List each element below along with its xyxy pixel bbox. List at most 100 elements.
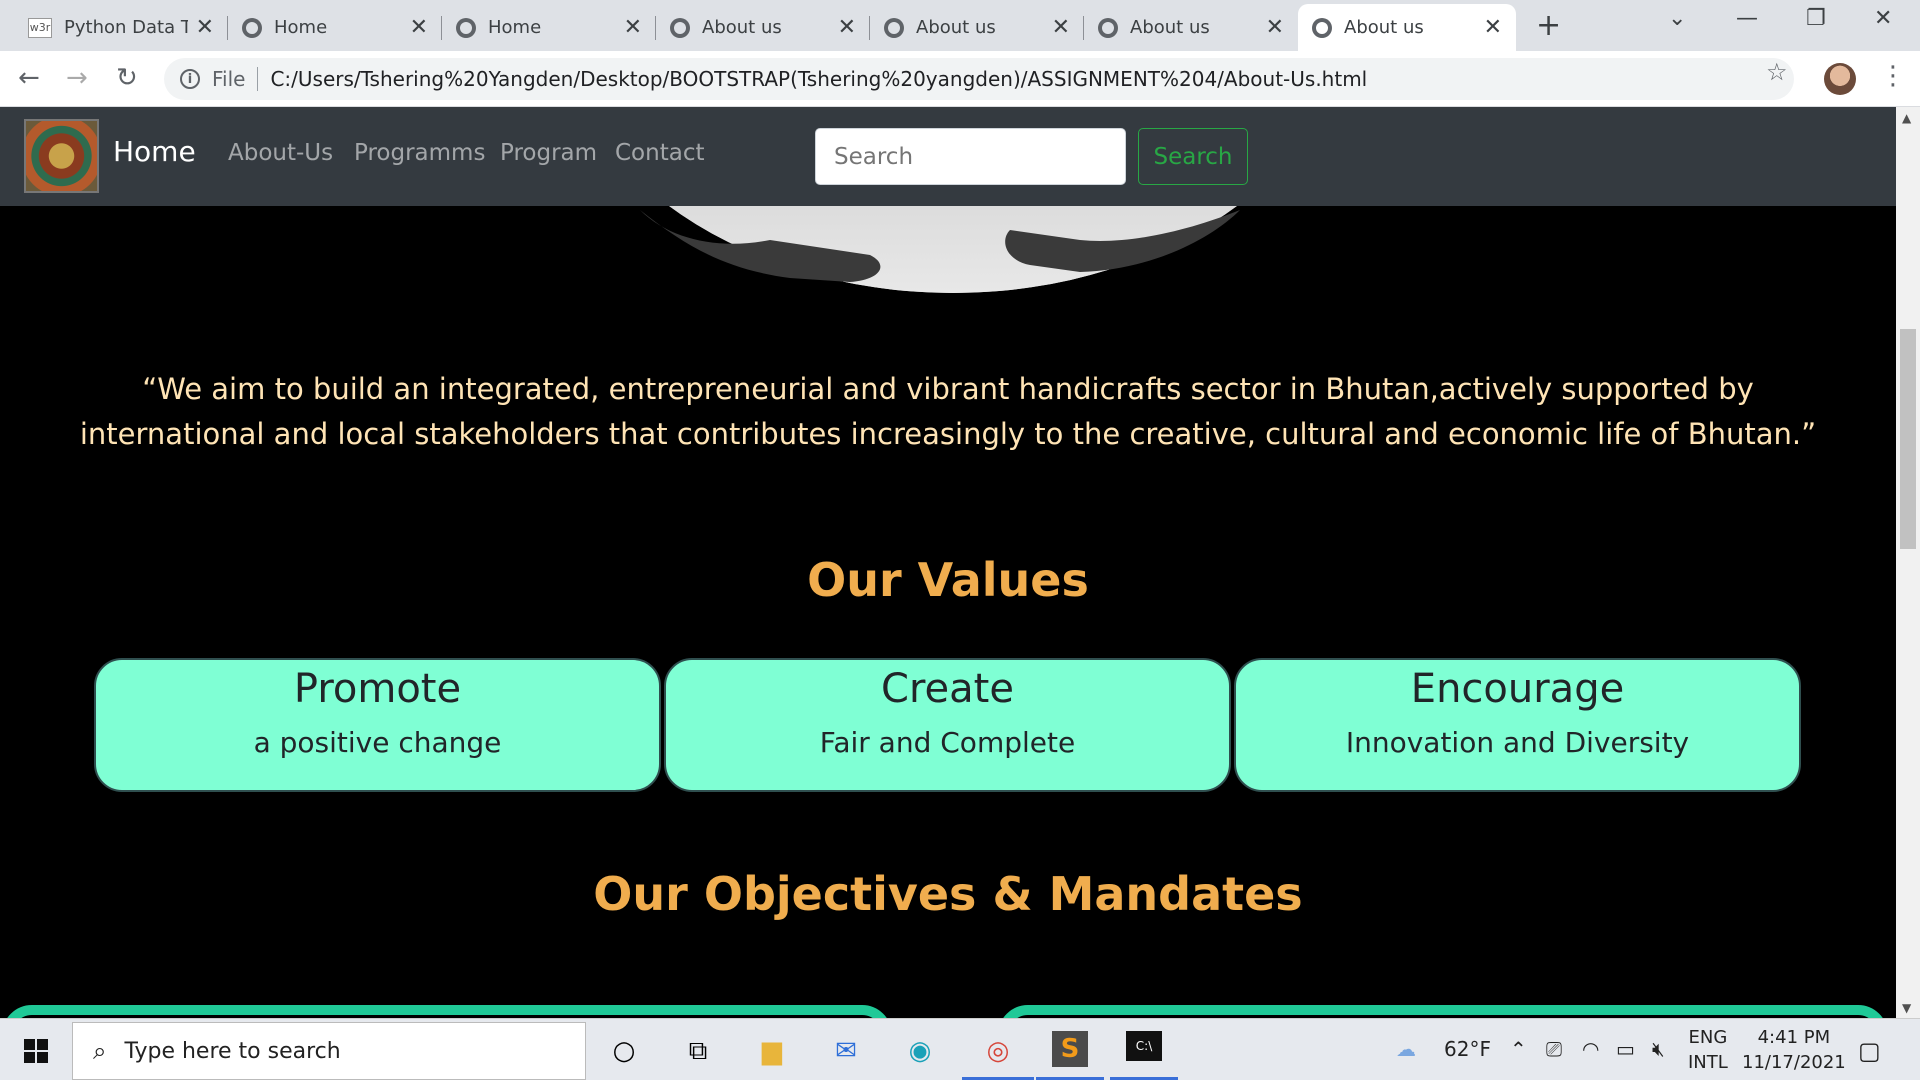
close-tab-icon[interactable]: ✕ xyxy=(196,15,214,40)
tab-title: About us xyxy=(1344,17,1424,38)
profile-avatar[interactable] xyxy=(1824,63,1856,95)
scroll-thumb[interactable] xyxy=(1900,329,1916,549)
scheme-label: File xyxy=(212,67,246,91)
reload-icon[interactable]: ↻ xyxy=(116,63,138,93)
clock-time: 4:41 PM xyxy=(1757,1027,1831,1048)
value-subtitle: a positive change xyxy=(253,726,502,759)
page-scrollbar[interactable]: ▲ ▼ xyxy=(1896,107,1920,1018)
close-window-icon[interactable]: ✕ xyxy=(1874,6,1892,31)
close-tab-icon[interactable]: ✕ xyxy=(1266,15,1284,40)
globe-icon xyxy=(1098,17,1118,38)
language-code: ENG xyxy=(1688,1027,1728,1048)
volume-muted-icon[interactable]: 🔇︎ xyxy=(1652,1037,1665,1061)
new-tab-button[interactable]: + xyxy=(1536,8,1561,43)
nav-link-programms[interactable]: Programms xyxy=(354,140,485,166)
browser-tab[interactable]: Home ✕ xyxy=(228,4,442,51)
input-language-indicator[interactable]: ENG INTL xyxy=(1688,1025,1728,1075)
wifi-icon[interactable]: ◠ xyxy=(1582,1037,1599,1061)
file-explorer-icon[interactable]: ▆ xyxy=(752,1031,792,1071)
system-clock[interactable]: 4:41 PM 11/17/2021 xyxy=(1742,1025,1846,1075)
restore-icon[interactable]: ❐ xyxy=(1806,6,1826,31)
values-heading: Our Values xyxy=(807,553,1089,607)
globe-icon xyxy=(242,17,262,38)
browser-tab[interactable]: w3r Python Data Ty ✕ xyxy=(14,4,228,51)
notifications-icon[interactable]: ▢ xyxy=(1858,1037,1881,1065)
value-title: Promote xyxy=(293,666,462,712)
menu-kebab-icon[interactable]: ⋮ xyxy=(1880,61,1906,91)
terminal-icon[interactable]: C:\ xyxy=(1126,1031,1162,1061)
minimize-icon[interactable]: — xyxy=(1736,6,1758,31)
tab-title: Python Data Ty xyxy=(64,17,188,38)
objective-card xyxy=(2,1005,892,1018)
close-tab-icon[interactable]: ✕ xyxy=(410,15,428,40)
tab-title: About us xyxy=(702,17,782,38)
tab-title: About us xyxy=(1130,17,1210,38)
site-search-input[interactable] xyxy=(815,128,1126,185)
close-tab-icon[interactable]: ✕ xyxy=(838,15,856,40)
value-subtitle: Innovation and Diversity xyxy=(1345,726,1690,759)
value-card-create: Create Fair and Complete xyxy=(664,658,1231,792)
keyboard-layout: INTL xyxy=(1688,1052,1728,1073)
scroll-down-arrow-icon[interactable]: ▼ xyxy=(1902,1001,1911,1015)
globe-icon xyxy=(456,17,476,38)
address-bar[interactable]: i File C:/Users/Tshering%20Yangden/Deskt… xyxy=(164,58,1794,100)
page-viewport: Home About-Us Programms Program Contact … xyxy=(0,107,1896,1018)
close-tab-icon[interactable]: ✕ xyxy=(624,15,642,40)
globe-icon xyxy=(884,17,904,38)
value-title: Create xyxy=(881,666,1014,712)
browser-tab-strip: w3r Python Data Ty ✕ Home ✕ Home ✕ About… xyxy=(0,0,1920,51)
task-view-icon[interactable]: ⧉ xyxy=(678,1031,718,1071)
windows-start-icon[interactable] xyxy=(24,1039,48,1063)
close-tab-icon[interactable]: ✕ xyxy=(1484,15,1502,40)
back-arrow-icon[interactable]: ← xyxy=(18,63,40,93)
bookmark-star-icon[interactable]: ☆ xyxy=(1766,58,1788,86)
value-subtitle: Fair and Complete xyxy=(819,726,1076,759)
tab-title: Home xyxy=(488,17,542,38)
site-search-button[interactable]: Search xyxy=(1138,128,1248,185)
windows-taskbar: ⌕ Type here to search ○ ⧉ ▆ ✉ ◉ ◎ S C:\ … xyxy=(0,1018,1920,1080)
edge-icon[interactable]: ◉ xyxy=(900,1031,940,1071)
mission-statement: “We aim to build an integrated, entrepre… xyxy=(79,372,1817,451)
browser-tab-active[interactable]: About us ✕ xyxy=(1298,4,1516,51)
browser-tab[interactable]: About us ✕ xyxy=(1084,4,1298,51)
search-icon: ⌕ xyxy=(93,1037,107,1065)
mail-icon[interactable]: ✉ xyxy=(826,1031,866,1071)
value-card-encourage: Encourage Innovation and Diversity xyxy=(1234,658,1801,792)
globe-icon xyxy=(1312,17,1332,38)
chrome-icon[interactable]: ◎ xyxy=(978,1031,1018,1071)
nav-link-about-us[interactable]: About-Us xyxy=(228,140,333,166)
site-navbar: Home About-Us Programms Program Contact … xyxy=(0,107,1896,206)
browser-tab[interactable]: Home ✕ xyxy=(442,4,656,51)
objective-card xyxy=(998,1005,1888,1018)
tab-title: Home xyxy=(274,17,328,38)
navbar-brand[interactable]: Home xyxy=(113,135,196,168)
meet-now-icon[interactable]: ⎚ xyxy=(1546,1037,1562,1061)
value-card-promote: Promote a positive change xyxy=(94,658,661,792)
info-icon[interactable]: i xyxy=(180,69,200,89)
site-logo[interactable] xyxy=(24,119,99,193)
globe-icon xyxy=(670,17,690,38)
forward-arrow-icon[interactable]: → xyxy=(66,63,88,93)
browser-toolbar: ← → ↻ i File C:/Users/Tshering%20Yangden… xyxy=(0,51,1920,107)
browser-tab[interactable]: About us ✕ xyxy=(870,4,1084,51)
taskbar-search-placeholder: Type here to search xyxy=(124,1038,341,1064)
tab-search-chevron-icon[interactable]: ⌄ xyxy=(1668,6,1686,31)
show-hidden-icons-chevron-icon[interactable]: ⌃ xyxy=(1510,1037,1527,1061)
clock-date: 11/17/2021 xyxy=(1742,1052,1846,1073)
weather-cloud-icon[interactable]: ☁ xyxy=(1396,1037,1416,1061)
nav-link-contact[interactable]: Contact xyxy=(615,140,704,166)
weather-temperature[interactable]: 62°F xyxy=(1444,1037,1491,1061)
nav-link-program[interactable]: Program xyxy=(500,140,597,166)
url-text[interactable]: C:/Users/Tshering%20Yangden/Desktop/BOOT… xyxy=(270,67,1367,91)
hero-hands-image xyxy=(640,210,1240,282)
cortana-icon[interactable]: ○ xyxy=(604,1031,644,1071)
taskbar-search-box[interactable]: ⌕ Type here to search xyxy=(72,1022,586,1080)
browser-tab[interactable]: About us ✕ xyxy=(656,4,870,51)
value-title: Encourage xyxy=(1410,666,1625,712)
objectives-heading: Our Objectives & Mandates xyxy=(593,867,1303,921)
scroll-up-arrow-icon[interactable]: ▲ xyxy=(1902,111,1911,125)
sublime-text-icon[interactable]: S xyxy=(1052,1031,1088,1067)
battery-icon[interactable]: ▭ xyxy=(1616,1037,1635,1061)
close-tab-icon[interactable]: ✕ xyxy=(1052,15,1070,40)
w3resource-favicon-icon: w3r xyxy=(28,17,52,38)
